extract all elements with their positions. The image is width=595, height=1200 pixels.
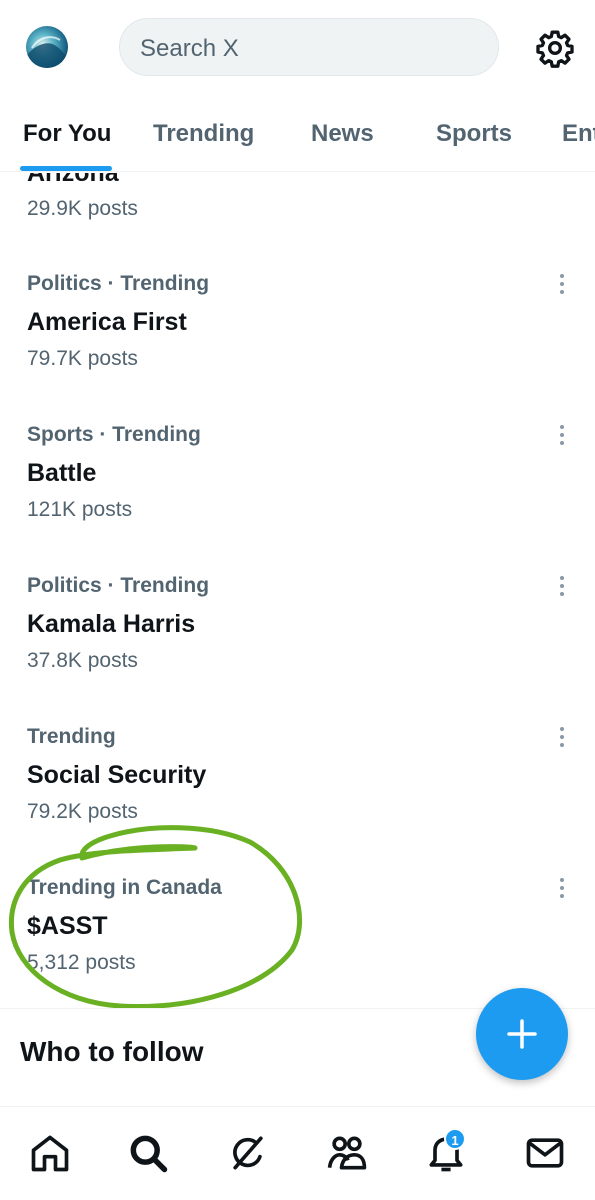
trend-category: Trending bbox=[27, 725, 116, 748]
tab-entertainment[interactable]: Ent bbox=[562, 120, 595, 148]
trend-post-count: 37.8K posts bbox=[27, 649, 138, 672]
trend-title: Social Security bbox=[27, 761, 207, 789]
more-options-icon[interactable] bbox=[552, 574, 572, 600]
more-options-icon[interactable] bbox=[552, 272, 572, 298]
tab-news[interactable]: News bbox=[311, 120, 374, 148]
trend-item[interactable]: Sports · Trending Battle 121K posts bbox=[0, 423, 595, 574]
trend-title: Arizona bbox=[27, 173, 119, 187]
active-tab-indicator bbox=[20, 166, 112, 171]
avatar-wave-image bbox=[26, 26, 68, 68]
more-options-icon[interactable] bbox=[552, 423, 572, 449]
more-options-icon[interactable] bbox=[552, 725, 572, 751]
top-header: Search X bbox=[0, 0, 595, 100]
plus-icon bbox=[507, 1019, 537, 1049]
trend-post-count: 79.2K posts bbox=[27, 800, 138, 823]
messages-icon[interactable] bbox=[523, 1131, 567, 1175]
trend-category: Trending in Canada bbox=[27, 876, 222, 899]
explore-tabs: For You Trending News Sports Ent bbox=[0, 100, 595, 172]
trend-post-count: 29.9K posts bbox=[27, 197, 138, 220]
search-icon[interactable] bbox=[126, 1131, 170, 1175]
trend-title: $ASST bbox=[27, 912, 108, 940]
trend-category: Politics · Trending bbox=[27, 574, 210, 597]
compose-post-button[interactable] bbox=[476, 988, 568, 1080]
who-to-follow-heading: Who to follow bbox=[20, 1036, 204, 1067]
trend-post-count: 5,312 posts bbox=[27, 951, 136, 974]
bottom-nav-bar bbox=[0, 1106, 595, 1200]
search-input[interactable]: Search X bbox=[119, 18, 499, 76]
trend-post-count: 121K posts bbox=[27, 498, 133, 521]
search-placeholder: Search X bbox=[140, 35, 239, 62]
tab-trending[interactable]: Trending bbox=[153, 120, 254, 148]
tab-sports[interactable]: Sports bbox=[436, 120, 512, 148]
notification-badge: 1 bbox=[444, 1128, 466, 1150]
trend-post-count: 79.7K posts bbox=[27, 347, 138, 370]
more-options-icon[interactable] bbox=[552, 876, 572, 902]
trend-item-partial[interactable]: Arizona 29.9K posts bbox=[0, 173, 595, 233]
trend-list: Arizona 29.9K posts Politics · Trending … bbox=[0, 173, 595, 1008]
trend-category: Sports · Trending bbox=[27, 423, 201, 446]
tab-for-you[interactable]: For You bbox=[23, 120, 111, 148]
trend-title: Kamala Harris bbox=[27, 610, 196, 638]
trend-title: Battle bbox=[27, 459, 97, 487]
settings-icon[interactable] bbox=[535, 28, 575, 68]
home-icon[interactable] bbox=[28, 1131, 72, 1175]
communities-icon[interactable] bbox=[325, 1131, 369, 1175]
trend-title: America First bbox=[27, 308, 187, 336]
trend-category: Politics · Trending bbox=[27, 272, 210, 295]
grok-icon[interactable] bbox=[226, 1131, 270, 1175]
profile-avatar[interactable] bbox=[26, 26, 68, 68]
trend-item[interactable]: Trending Social Security 79.2K posts bbox=[0, 725, 595, 876]
trend-item[interactable]: Politics · Trending Kamala Harris 37.8K … bbox=[0, 574, 595, 725]
trend-item[interactable]: Politics · Trending America First 79.7K … bbox=[0, 272, 595, 423]
